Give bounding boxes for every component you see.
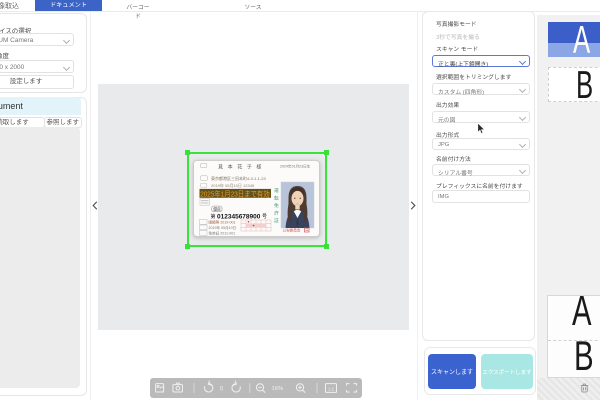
svg-text:1:1: 1:1 (328, 386, 335, 391)
svg-text:16%: 16% (272, 386, 284, 392)
